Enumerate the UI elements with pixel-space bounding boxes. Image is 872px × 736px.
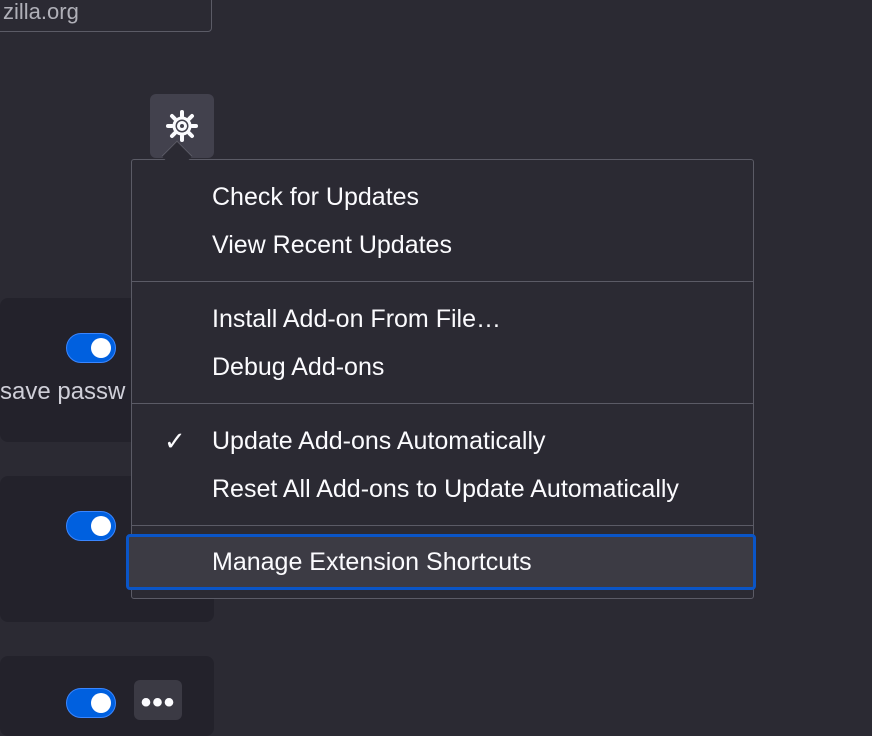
addon-enable-toggle[interactable] [66, 333, 116, 363]
menu-item-view-recent-updates[interactable]: View Recent Updates [212, 221, 452, 269]
more-dots-icon: ••• [140, 686, 176, 719]
menu-item-debug-addons[interactable]: Debug Add-ons [212, 343, 384, 391]
menu-item-focus-highlight[interactable]: Manage Extension Shortcuts [126, 534, 756, 590]
menu-item-check-for-updates[interactable]: Check for Updates [212, 173, 419, 221]
menu-item-update-automatically[interactable]: Update Add-ons Automatically [212, 417, 546, 465]
addons-tools-menu: Check for Updates View Recent Updates In… [126, 159, 756, 599]
addon-description: save passw [0, 378, 126, 405]
homepage-url-field: zilla.org [0, 0, 212, 32]
menu-item-manage-shortcuts[interactable]: Manage Extension Shortcuts [212, 538, 532, 586]
toggle-knob [91, 693, 111, 713]
toggle-knob [91, 516, 111, 536]
menu-separator [132, 525, 753, 526]
menu-separator [132, 281, 753, 282]
menu-item-reset-update-automatically[interactable]: Reset All Add-ons to Update Automaticall… [212, 465, 679, 513]
menu-separator [132, 403, 753, 404]
more-options-button[interactable]: ••• [134, 680, 182, 720]
homepage-url-text: zilla.org [3, 0, 79, 24]
addon-enable-toggle[interactable] [66, 511, 116, 541]
menu-item-install-from-file[interactable]: Install Add-on From File… [212, 295, 501, 343]
addon-enable-toggle[interactable] [66, 688, 116, 718]
checkmark-icon: ✓ [164, 426, 186, 456]
toggle-knob [91, 338, 111, 358]
gear-icon [166, 110, 198, 142]
